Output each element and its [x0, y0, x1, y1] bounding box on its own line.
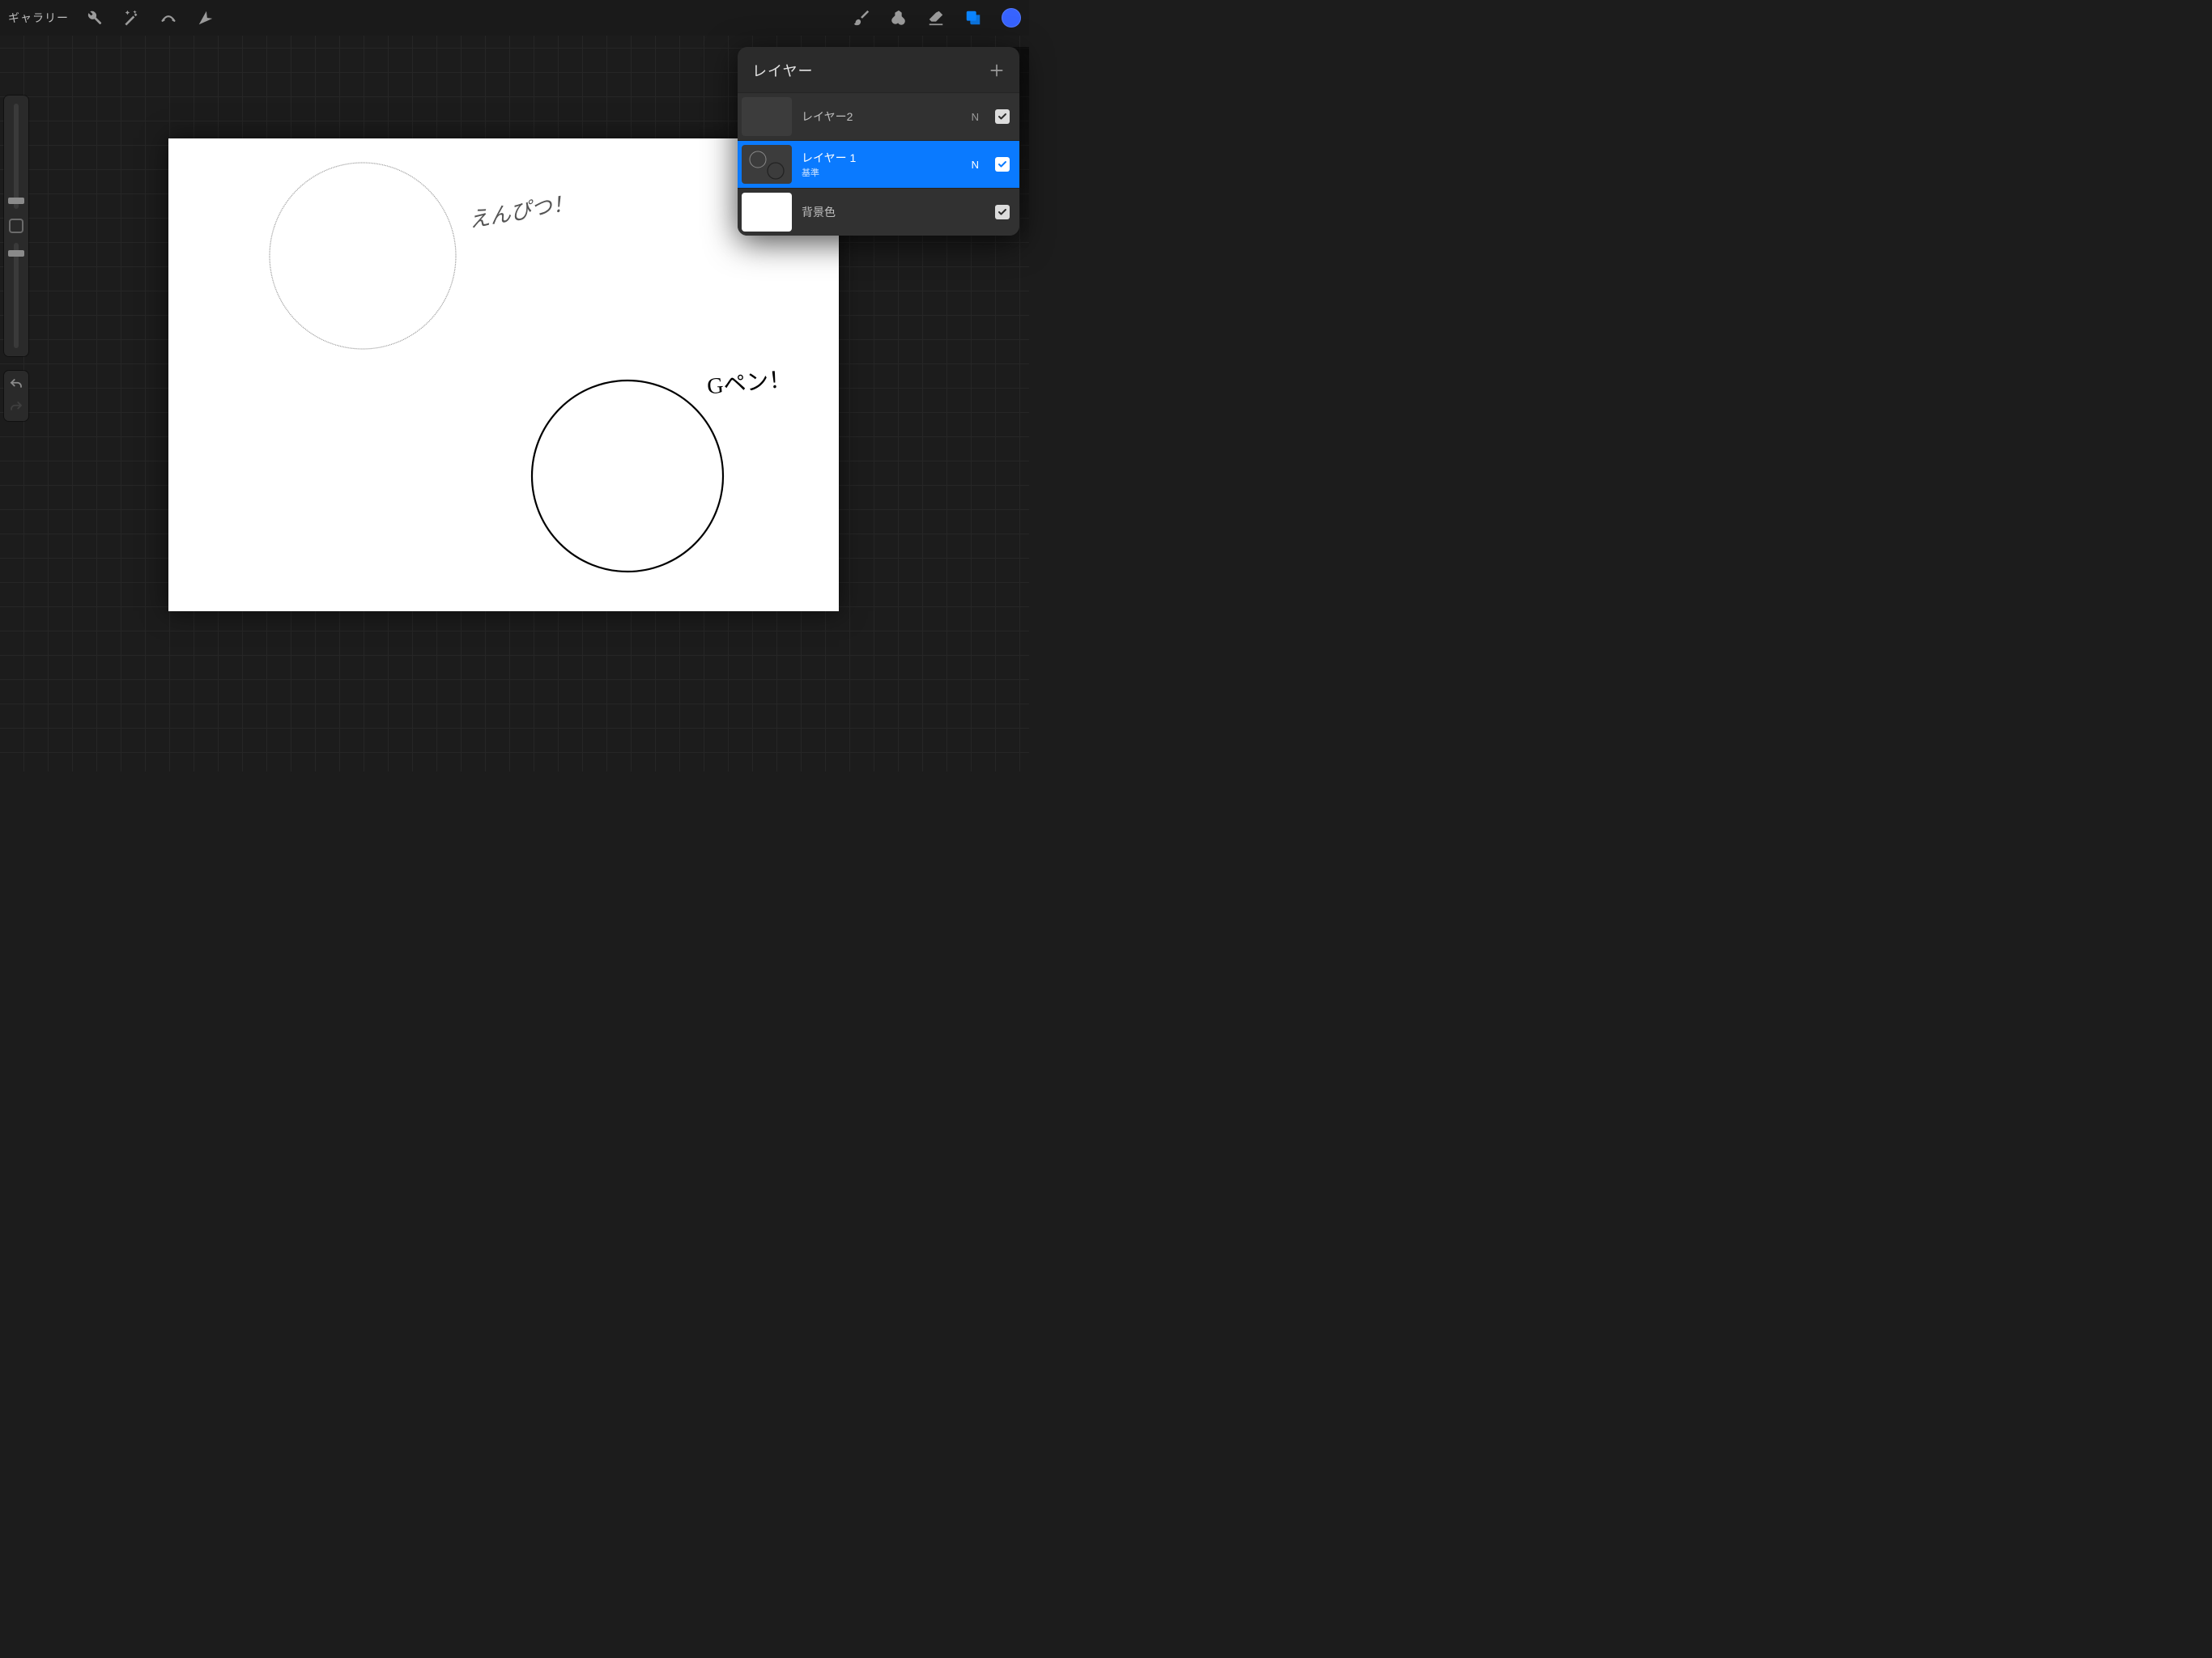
blend-mode-letter[interactable]: N [972, 159, 979, 171]
layers-panel: レイヤー レイヤー2 N レイヤー 1 基準 N 背景色 [738, 47, 1019, 236]
wrench-icon[interactable] [85, 9, 103, 27]
layer-name-label: レイヤー2 [802, 108, 962, 125]
layer-name-label: レイヤー 1 [802, 150, 962, 166]
visibility-checkbox[interactable] [995, 157, 1010, 172]
brush-icon[interactable] [853, 9, 870, 27]
gallery-button[interactable]: ギャラリー [8, 10, 69, 26]
layer-row[interactable]: レイヤー2 N [738, 92, 1019, 140]
layers-panel-header: レイヤー [738, 47, 1019, 92]
layer-row[interactable]: 背景色 [738, 188, 1019, 236]
redo-icon[interactable] [9, 400, 23, 414]
top-toolbar: ギャラリー [0, 0, 1029, 36]
layer-name-label: 背景色 [802, 204, 969, 220]
color-picker-swatch[interactable] [1002, 8, 1021, 28]
selection-icon[interactable] [160, 9, 177, 27]
opacity-handle[interactable] [8, 250, 24, 257]
undo-redo-group [4, 371, 28, 421]
right-tool-group [853, 8, 1021, 28]
opacity-slider[interactable] [14, 243, 19, 348]
visibility-checkbox[interactable] [995, 109, 1010, 124]
layers-icon[interactable] [964, 9, 982, 27]
smudge-icon[interactable] [890, 9, 908, 27]
layer-subtitle-label: 基準 [802, 166, 962, 179]
brush-size-slider[interactable] [14, 104, 19, 209]
blend-mode-letter[interactable]: N [972, 111, 979, 123]
undo-icon[interactable] [9, 377, 23, 392]
modifier-button[interactable] [9, 219, 23, 233]
eraser-icon[interactable] [927, 9, 945, 27]
left-tool-group [85, 9, 215, 27]
side-controls [4, 96, 28, 421]
visibility-checkbox[interactable] [995, 205, 1010, 219]
brush-size-handle[interactable] [8, 198, 24, 204]
layer-row[interactable]: レイヤー 1 基準 N [738, 140, 1019, 188]
layers-panel-title: レイヤー [752, 60, 813, 81]
add-layer-icon[interactable] [989, 62, 1005, 79]
wand-icon[interactable] [122, 9, 140, 27]
layer-thumbnail [742, 193, 792, 232]
arrow-icon[interactable] [197, 9, 215, 27]
brush-sliders [4, 96, 28, 356]
layer-thumbnail [742, 145, 792, 184]
layer-thumbnail [742, 97, 792, 136]
